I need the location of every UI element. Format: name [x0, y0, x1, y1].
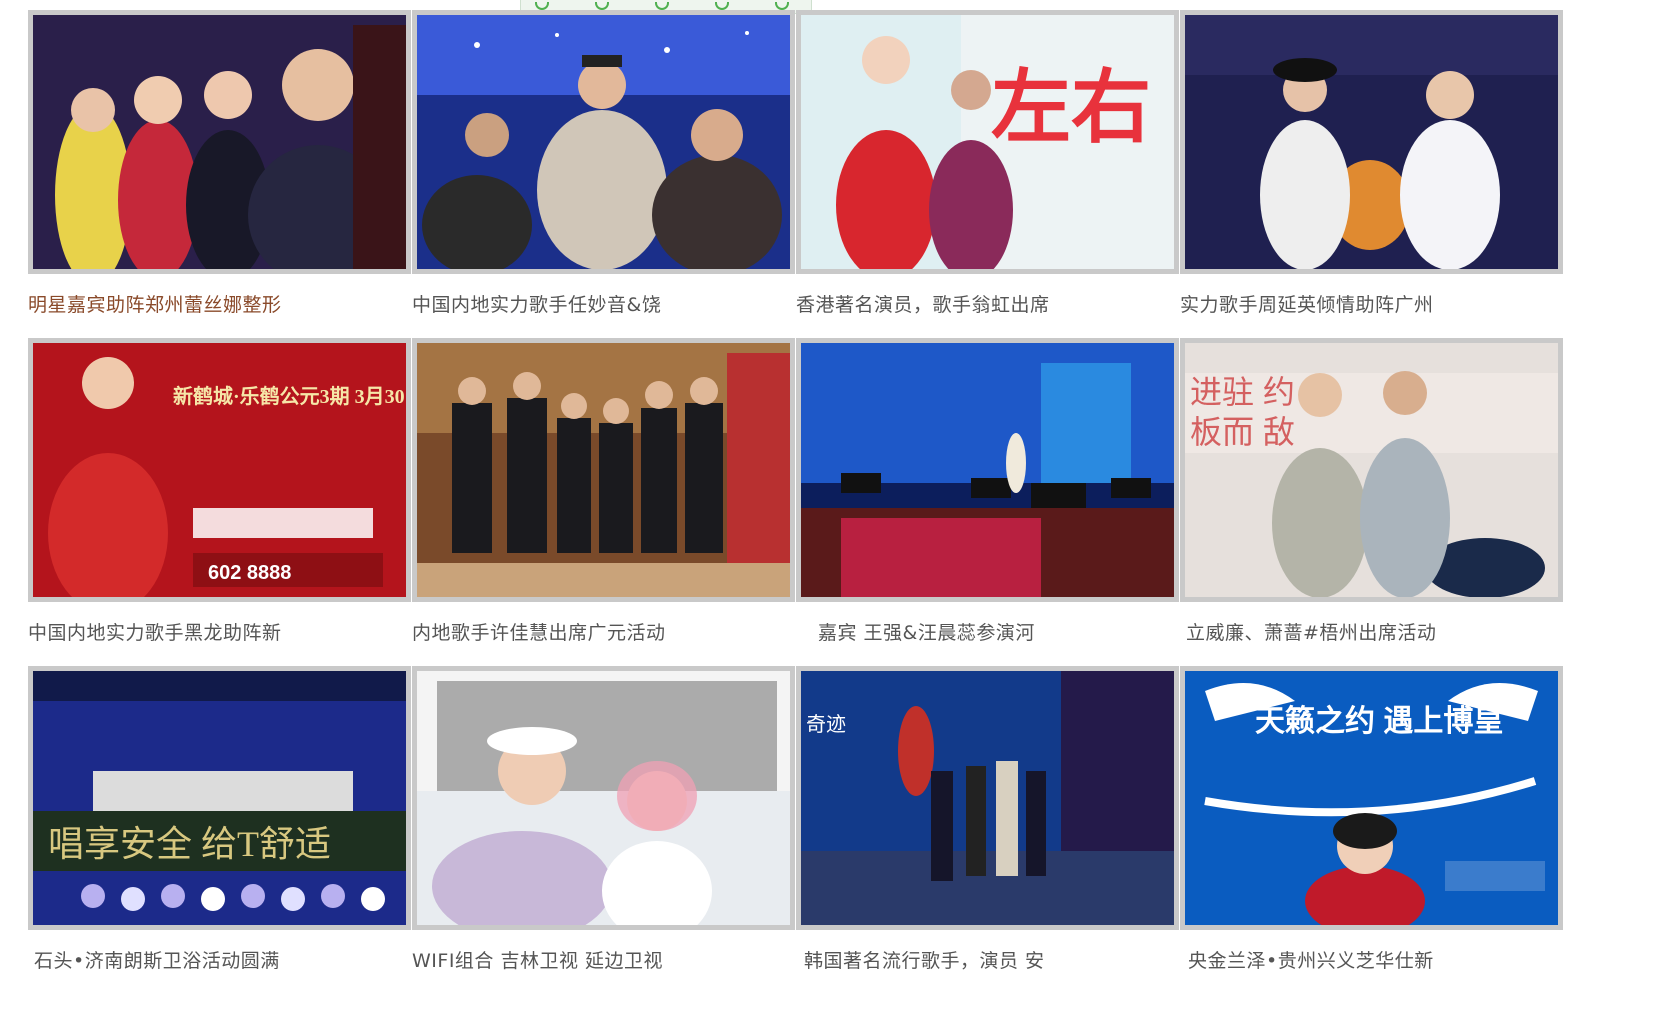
gallery-card[interactable]: WIFI组合 吉林卫视 延边卫视: [412, 666, 795, 996]
gallery-card[interactable]: 奇迹 韩国著名流行歌手，演员 安: [796, 666, 1179, 996]
tab-icon-5[interactable]: [775, 2, 789, 10]
poster-overlay-text: 新鹤城·乐鹤公元3期 3月30日盛大开盘: [173, 384, 406, 408]
gallery-caption[interactable]: 央金兰泽•贵州兴义芝华仕新: [1188, 946, 1434, 973]
gallery-thumbnail[interactable]: 天籁之约 遇上博皇: [1180, 666, 1563, 930]
tab-icon-2[interactable]: [595, 2, 609, 10]
gallery-caption[interactable]: 韩国著名流行歌手，演员 安: [804, 946, 1045, 973]
gallery-card[interactable]: 明星嘉宾助阵郑州蕾丝娜整形: [28, 10, 411, 340]
gallery-caption[interactable]: 石头•济南朗斯卫浴活动圆满: [34, 946, 280, 973]
tab-icon-3[interactable]: [655, 2, 669, 10]
gallery-thumbnail[interactable]: [412, 666, 795, 930]
svg-text:602 8888: 602 8888: [208, 562, 291, 584]
poster-overlay-text: 左右: [991, 63, 1151, 152]
gallery-thumbnail[interactable]: 进驻 约 式 板而 敌: [1180, 338, 1563, 602]
gallery-card[interactable]: 天籁之约 遇上博皇 央金兰泽•贵州兴义芝华仕新: [1180, 666, 1563, 996]
gallery-thumbnail[interactable]: [412, 10, 795, 274]
poster-overlay-text: 唱享安全 给T舒适: [48, 824, 331, 864]
gallery-caption[interactable]: 中国内地实力歌手黑龙助阵新: [28, 618, 282, 645]
gallery-thumbnail[interactable]: [412, 338, 795, 602]
gallery-caption[interactable]: 立威廉、萧蔷#梧州出席活动: [1186, 618, 1436, 645]
gallery-thumbnail[interactable]: 唱享安全 给T舒适: [28, 666, 411, 930]
gallery-card[interactable]: 新鹤城·乐鹤公元3期 3月30日盛大开盘 602 8888 中国内地实力歌手黑龙…: [28, 338, 411, 668]
tab-icon-4[interactable]: [715, 2, 729, 10]
gallery-thumbnail[interactable]: [796, 338, 1179, 602]
gallery-thumbnail[interactable]: [28, 10, 411, 274]
gallery-caption[interactable]: 香港著名演员，歌手翁虹出席: [796, 290, 1050, 317]
gallery-thumbnail[interactable]: [1180, 10, 1563, 274]
gallery-thumbnail[interactable]: 新鹤城·乐鹤公元3期 3月30日盛大开盘 602 8888: [28, 338, 411, 602]
gallery-card[interactable]: 嘉宾 王强&汪晨蕊参演河: [796, 338, 1179, 668]
svg-text:奇迹: 奇迹: [806, 713, 846, 736]
gallery-card[interactable]: 内地歌手许佳慧出席广元活动: [412, 338, 795, 668]
gallery-card[interactable]: 中国内地实力歌手任妙音&饶: [412, 10, 795, 340]
gallery-caption[interactable]: 中国内地实力歌手任妙音&饶: [412, 290, 661, 317]
gallery-card[interactable]: 进驻 约 式 板而 敌 立威廉、萧蔷#梧州出席活动: [1180, 338, 1563, 668]
gallery-card[interactable]: 唱享安全 给T舒适 石头•济南朗斯卫浴活动圆满: [28, 666, 411, 996]
gallery-caption[interactable]: 实力歌手周延英倾情助阵广州: [1180, 290, 1434, 317]
gallery-caption[interactable]: 明星嘉宾助阵郑州蕾丝娜整形: [28, 290, 282, 317]
gallery-caption[interactable]: WIFI组合 吉林卫视 延边卫视: [412, 946, 663, 973]
gallery-card[interactable]: 实力歌手周延英倾情助阵广州: [1180, 10, 1563, 340]
gallery-caption[interactable]: 嘉宾 王强&汪晨蕊参演河: [818, 618, 1035, 645]
svg-text:板而 敌: 板而 敌: [1190, 414, 1295, 450]
gallery-thumbnail[interactable]: 左右: [796, 10, 1179, 274]
gallery-thumbnail[interactable]: 奇迹: [796, 666, 1179, 930]
gallery-card[interactable]: 左右 香港著名演员，歌手翁虹出席: [796, 10, 1179, 340]
tab-icon-1[interactable]: [535, 2, 549, 10]
gallery-caption[interactable]: 内地歌手许佳慧出席广元活动: [412, 618, 666, 645]
poster-overlay-text: 天籁之约 遇上博皇: [1255, 704, 1503, 738]
